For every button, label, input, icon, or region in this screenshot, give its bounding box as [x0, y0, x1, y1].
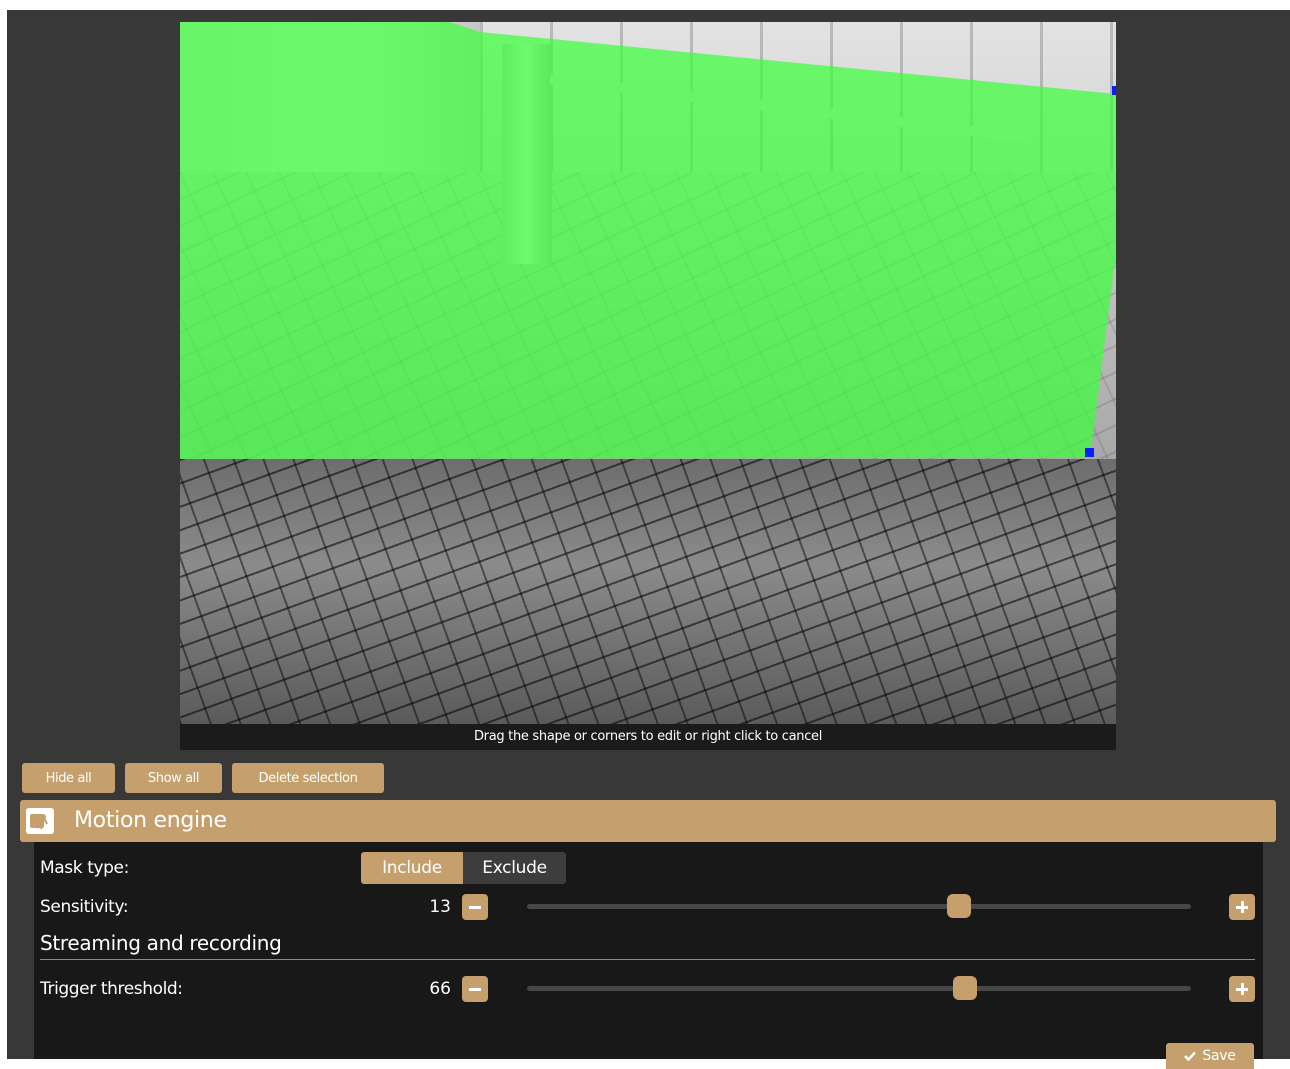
camera-caption: Drag the shape or corners to edit or rig… — [180, 724, 1116, 750]
plus-icon — [1236, 901, 1248, 913]
sensitivity-increase-button[interactable] — [1229, 894, 1255, 920]
plus-icon — [1236, 983, 1248, 995]
save-label: Save — [1202, 1048, 1236, 1064]
delete-selection-button[interactable]: Delete selection — [232, 763, 384, 793]
trigger-threshold-label: Trigger threshold: — [40, 979, 183, 999]
checkmark-icon — [1184, 1051, 1197, 1061]
mask-corner-handle[interactable] — [1112, 86, 1116, 95]
minus-icon — [469, 987, 481, 991]
streaming-section-title: Streaming and recording — [40, 931, 282, 955]
mask-corner-handle[interactable] — [1085, 448, 1094, 457]
motion-engine-icon — [26, 808, 54, 834]
motion-engine-header[interactable]: Motion engine — [20, 800, 1276, 842]
mask-exclude-button[interactable]: Exclude — [463, 852, 566, 884]
sensitivity-slider-thumb[interactable] — [946, 894, 971, 918]
trigger-slider-thumb[interactable] — [953, 976, 978, 1000]
trigger-increase-button[interactable] — [1229, 976, 1255, 1002]
motion-mask-editor: Drag the shape or corners to edit or rig… — [7, 10, 1290, 1069]
show-all-button[interactable]: Show all — [125, 763, 222, 793]
mask-include-button[interactable]: Include — [361, 852, 463, 884]
camera-scene-lower — [180, 459, 1116, 724]
sensitivity-slider[interactable] — [527, 894, 1191, 918]
sensitivity-value: 13 — [429, 897, 451, 917]
motion-mask-shape[interactable] — [180, 22, 1116, 462]
panel-title: Motion engine — [74, 808, 227, 833]
sensitivity-decrease-button[interactable] — [462, 894, 488, 920]
mask-type-label: Mask type: — [40, 858, 129, 878]
trigger-decrease-button[interactable] — [462, 976, 488, 1002]
trigger-threshold-value: 66 — [429, 979, 451, 999]
sensitivity-label: Sensitivity: — [40, 897, 129, 917]
save-button[interactable]: Save — [1166, 1043, 1254, 1069]
minus-icon — [469, 905, 481, 909]
camera-view[interactable] — [180, 22, 1116, 724]
trigger-threshold-slider[interactable] — [527, 976, 1191, 1000]
section-divider — [40, 959, 1255, 960]
hide-all-button[interactable]: Hide all — [22, 763, 115, 793]
